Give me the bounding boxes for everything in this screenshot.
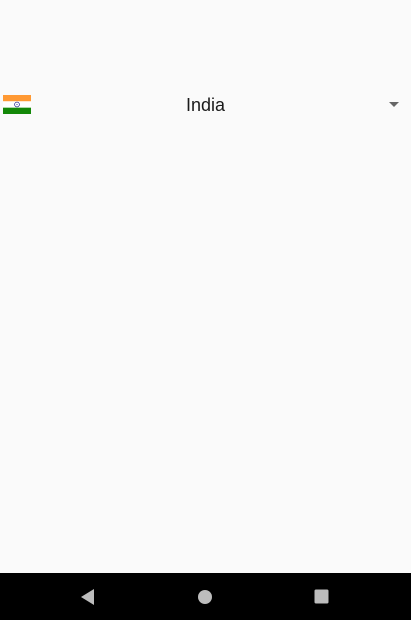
- screen: India: [0, 0, 411, 620]
- back-triangle-icon: [81, 588, 94, 605]
- nav-home-button[interactable]: [175, 573, 235, 620]
- country-dropdown[interactable]: India: [0, 84, 411, 126]
- dropdown-arrow-icon: [389, 102, 399, 107]
- selected-country-label: India: [185, 95, 226, 115]
- nav-back-button[interactable]: [58, 573, 118, 620]
- home-circle-icon: [198, 589, 212, 604]
- nav-recents-button[interactable]: [291, 573, 351, 620]
- app-content: India: [0, 0, 411, 573]
- recents-square-icon: [314, 589, 328, 604]
- system-navigation-bar: [0, 573, 411, 620]
